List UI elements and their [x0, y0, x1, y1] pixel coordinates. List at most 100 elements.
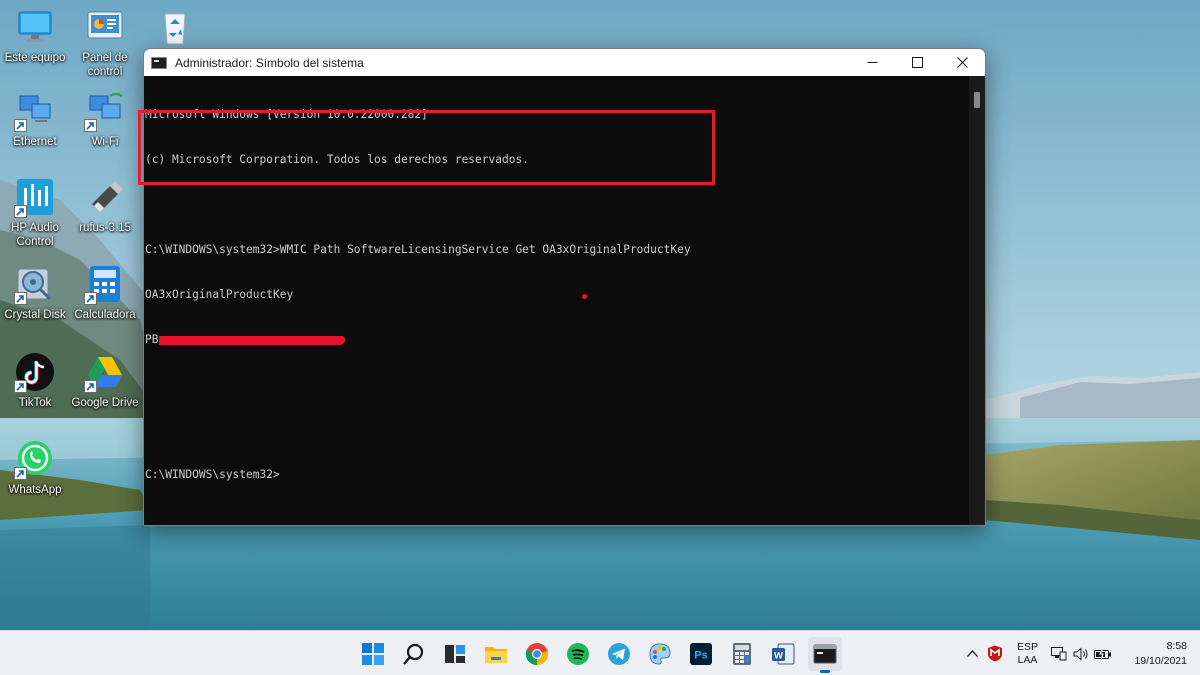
spotify-icon — [567, 643, 589, 665]
system-tray: ESP LAA — [962, 631, 1112, 675]
desktop-icon-label: Ethernet — [13, 136, 57, 148]
terminal-line: OA3xOriginalProductKey — [145, 288, 294, 301]
start-icon — [362, 643, 384, 665]
desktop-icon-whatsapp[interactable]: WhatsApp — [0, 438, 70, 497]
desktop-icon-este-equipo[interactable]: Este equipo — [0, 6, 70, 65]
desktop-icon-label: Panel de control — [82, 52, 128, 78]
terminal-icon — [813, 644, 837, 664]
crystal-disk-icon — [14, 263, 56, 305]
battery-tray-button[interactable] — [1094, 644, 1112, 664]
desktop-icon-hp-audio-control[interactable]: HP Audio Control — [0, 176, 70, 249]
task-view-icon — [445, 645, 465, 663]
network-icon — [14, 90, 56, 132]
desktop-icon-google-drive[interactable]: Google Drive — [70, 351, 140, 410]
close-icon — [957, 57, 968, 68]
desktop-icon-tiktok[interactable]: TikTok — [0, 351, 70, 410]
task-view-button[interactable] — [438, 637, 472, 671]
mcafee-shield-icon — [988, 645, 1002, 662]
terminal-line: C:\WINDOWS\system32>WMIC Path SoftwareLi… — [145, 243, 691, 256]
word-button[interactable]: W — [766, 637, 800, 671]
desktop-icon-label: Calculadora — [74, 309, 136, 321]
audio-control-icon — [14, 176, 56, 218]
desktop-icon-panel-de-control[interactable]: Panel de control — [70, 6, 140, 79]
desktop-icon-label: Crystal Disk — [4, 309, 66, 321]
desktop-icon-label: WhatsApp — [8, 484, 62, 496]
language-code: ESP — [1017, 640, 1039, 653]
terminal-output[interactable]: Microsoft Windows [Versión 10.0.22000.28… — [144, 76, 970, 525]
show-hidden-icons-button[interactable] — [962, 644, 982, 664]
telegram-button[interactable] — [602, 637, 636, 671]
clock-time: 8:58 — [1166, 640, 1187, 652]
pointer-dot — [582, 294, 587, 299]
desktop-icon-ethernet[interactable]: Ethernet — [0, 90, 70, 149]
close-button[interactable] — [940, 49, 985, 76]
network-monitor-icon — [1051, 646, 1067, 660]
calculator-taskbar-button[interactable] — [725, 637, 759, 671]
chrome-button[interactable] — [520, 637, 554, 671]
calculator-icon — [733, 643, 751, 665]
speaker-icon — [1073, 646, 1088, 661]
volume-tray-button[interactable] — [1072, 644, 1090, 664]
desktop-icon-recycle-bin[interactable] — [140, 6, 210, 51]
taskbar: Ps W ESP LAA 8:58 19/10/2021 — [0, 630, 1200, 675]
cmd-app-icon — [151, 56, 167, 69]
whatsapp-icon — [14, 438, 56, 480]
shortcut-arrow-icon — [14, 292, 27, 305]
clock-button[interactable]: 8:58 19/10/2021 — [1134, 639, 1187, 669]
paint-button[interactable] — [643, 637, 677, 671]
desktop-icon-wifi[interactable]: Wi-Fi — [70, 90, 140, 149]
calculator-icon — [84, 263, 126, 305]
shortcut-arrow-icon — [84, 119, 97, 132]
shortcut-arrow-icon — [14, 119, 27, 132]
terminal-line-product-key: PB — [145, 332, 970, 347]
shortcut-arrow-icon — [14, 380, 27, 393]
chevron-up-icon — [966, 650, 978, 657]
tiktok-icon — [14, 351, 56, 393]
photoshop-icon: Ps — [690, 643, 712, 665]
terminal-line: (c) Microsoft Corporation. Todos los der… — [145, 153, 529, 166]
file-explorer-button[interactable] — [479, 637, 513, 671]
scrollbar-thumb[interactable] — [974, 92, 980, 108]
shortcut-arrow-icon — [14, 205, 27, 218]
command-prompt-window[interactable]: Administrador: Símbolo del sistema Micro… — [143, 48, 986, 526]
wifi-network-icon — [84, 90, 126, 132]
recycle-bin-icon — [154, 6, 196, 48]
paint-icon — [649, 643, 671, 665]
start-button[interactable] — [356, 637, 390, 671]
clock-date: 19/10/2021 — [1134, 655, 1187, 667]
vertical-scrollbar[interactable] — [969, 76, 985, 525]
word-label: W — [774, 650, 783, 661]
minimize-button[interactable] — [850, 49, 895, 76]
shortcut-arrow-icon — [84, 380, 97, 393]
antivirus-tray-button[interactable] — [985, 644, 1005, 664]
window-titlebar[interactable]: Administrador: Símbolo del sistema — [144, 49, 985, 76]
maximize-icon — [912, 57, 923, 68]
file-explorer-icon — [485, 647, 507, 663]
desktop-icon-calculadora[interactable]: Calculadora — [70, 263, 140, 322]
spotify-button[interactable] — [561, 637, 595, 671]
terminal-line: Microsoft Windows [Versión 10.0.22000.28… — [145, 108, 428, 121]
word-icon: W — [772, 643, 795, 665]
network-tray-button[interactable] — [1050, 644, 1068, 664]
chrome-icon — [525, 643, 548, 666]
terminal-taskbar-button[interactable] — [808, 637, 842, 673]
desktop-icon-label: TikTok — [18, 397, 52, 409]
desktop-icon-rufus[interactable]: rufus-3.15 — [70, 176, 140, 235]
maximize-button[interactable] — [895, 49, 940, 76]
battery-charging-icon — [1094, 647, 1112, 660]
google-drive-icon — [84, 351, 126, 393]
terminal-prompt: C:\WINDOWS\system32> — [145, 468, 280, 481]
control-panel-icon — [84, 6, 126, 48]
product-key-prefix: PB — [145, 333, 159, 346]
shortcut-arrow-icon — [14, 467, 27, 480]
shortcut-arrow-icon — [84, 292, 97, 305]
monitor-icon — [14, 6, 56, 48]
photoshop-button[interactable]: Ps — [684, 637, 718, 671]
language-indicator[interactable]: ESP LAA — [1017, 641, 1038, 667]
desktop-icon-crystal-disk[interactable]: Crystal Disk — [0, 263, 70, 322]
search-button[interactable] — [397, 637, 431, 671]
keyboard-layout: LAA — [1017, 653, 1038, 666]
